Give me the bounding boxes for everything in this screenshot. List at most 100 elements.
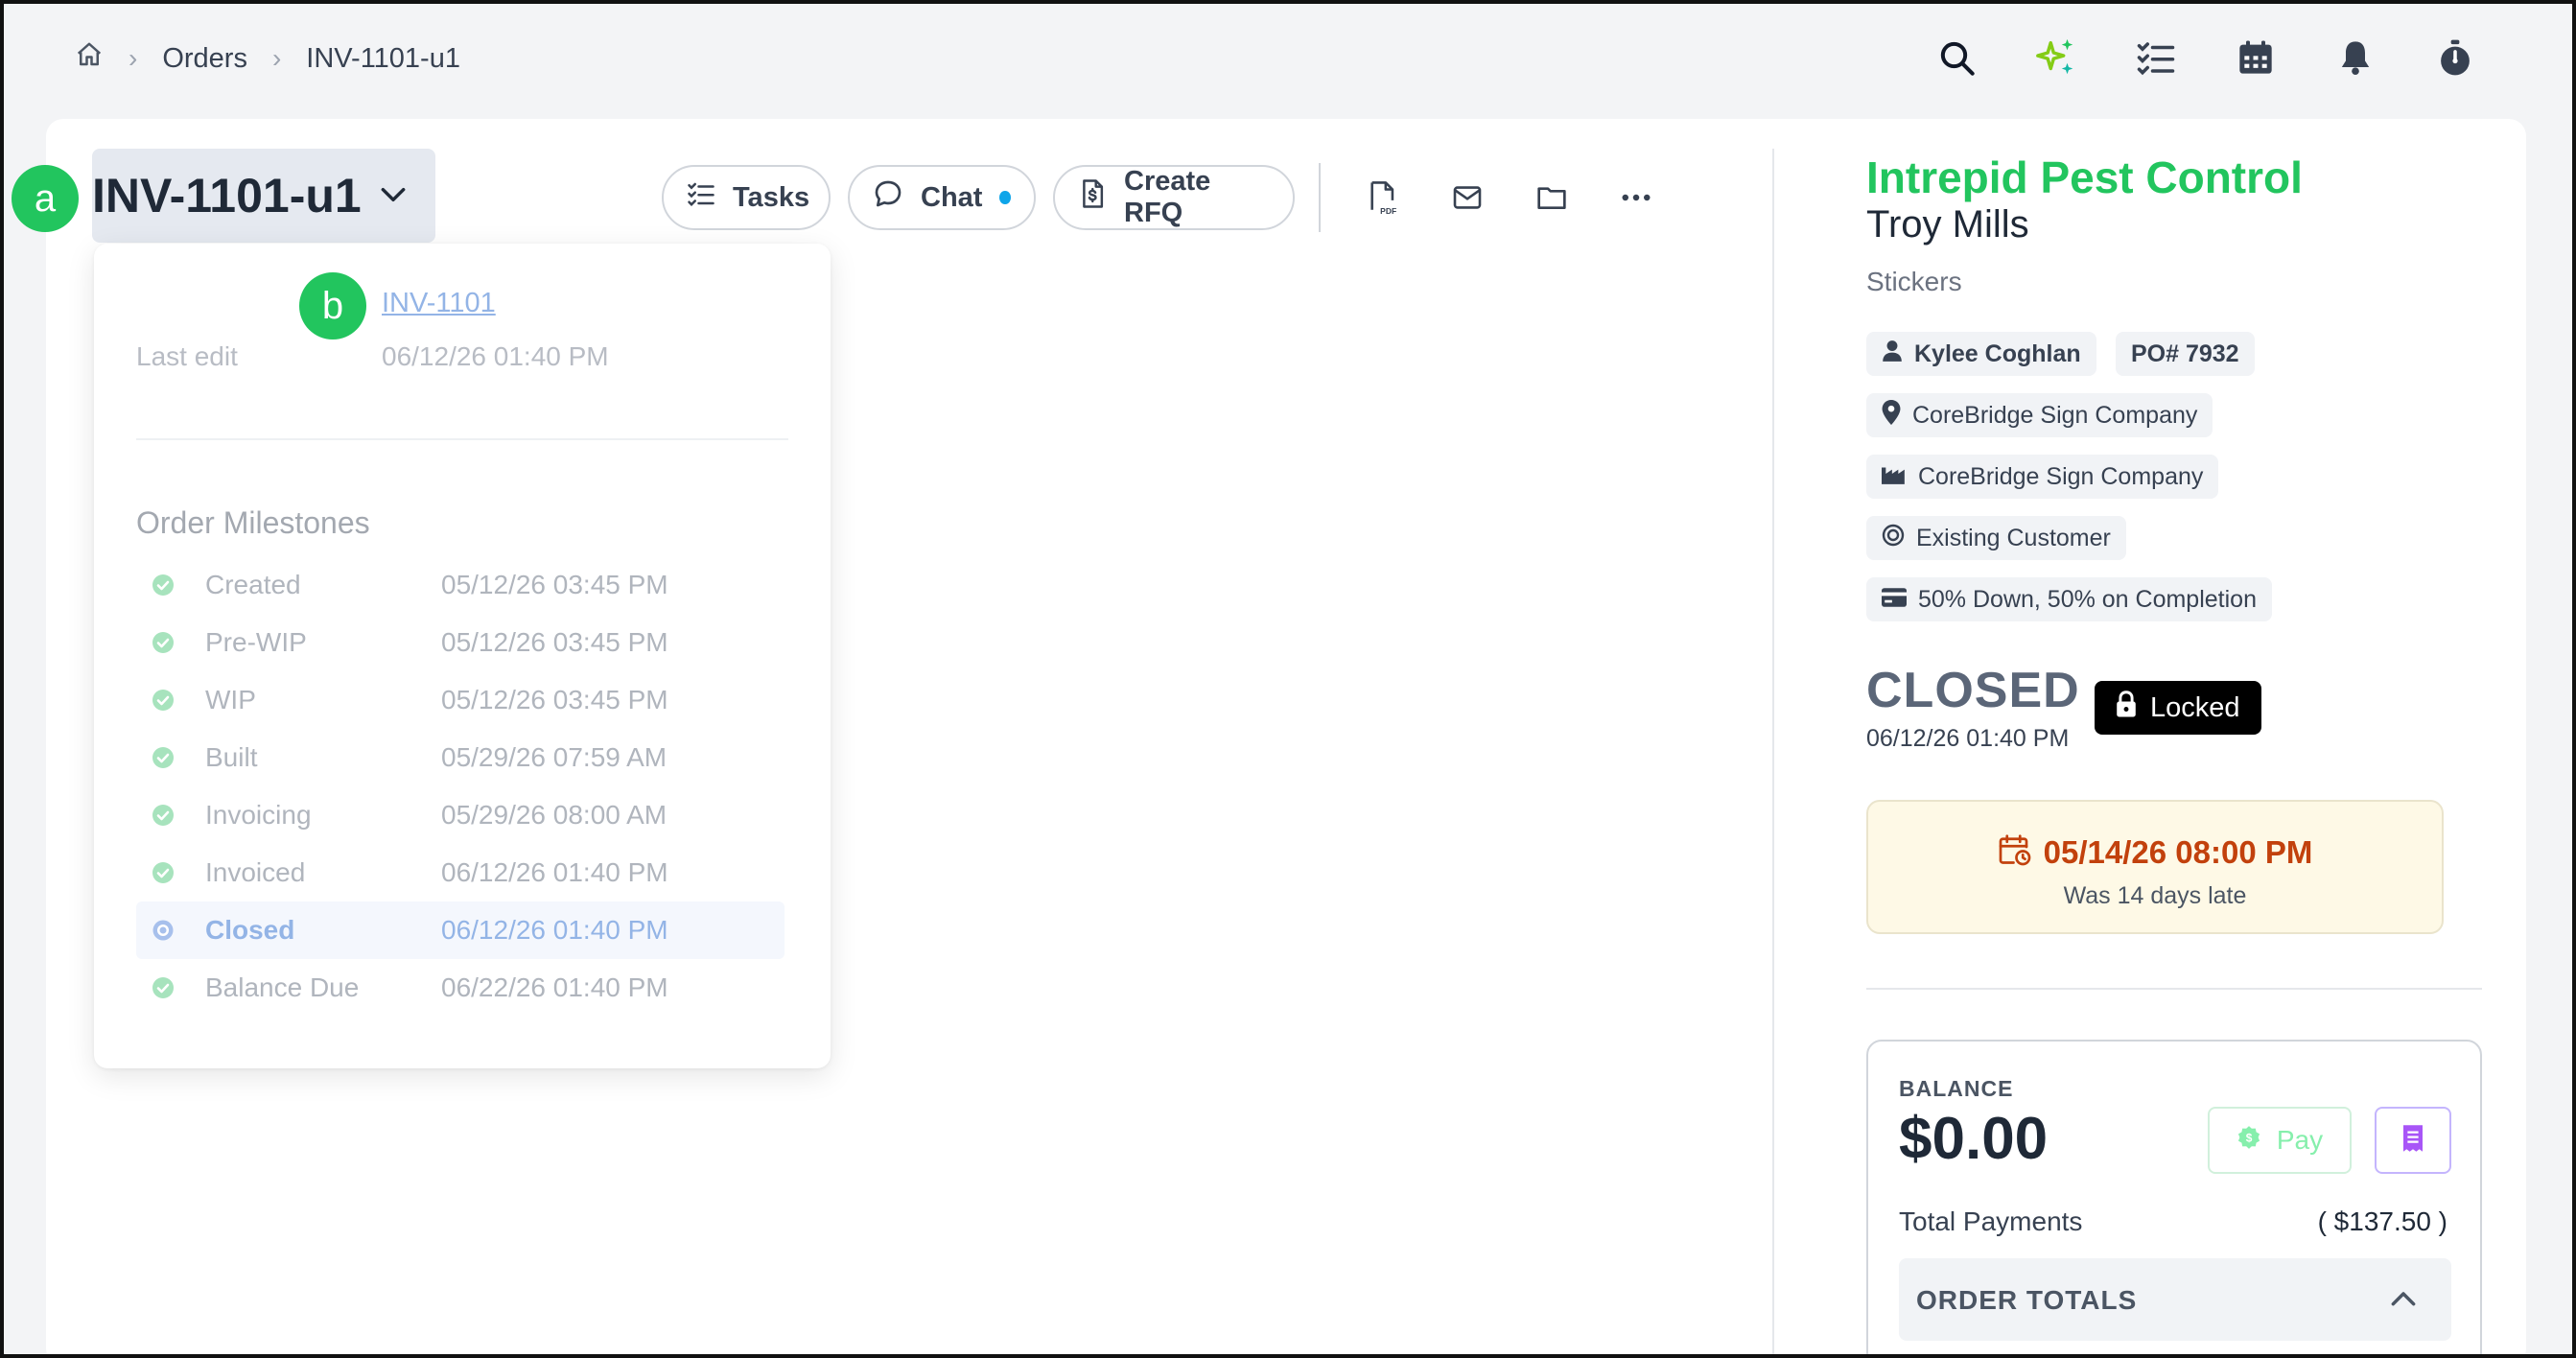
balance-card: BALANCE $0.00 $ Pay Total Payments ( $13…	[1866, 1040, 2482, 1358]
breadcrumb: › Orders › INV-1101-u1	[75, 36, 460, 81]
milestone-date: 05/12/26 03:45 PM	[441, 570, 668, 599]
breadcrumb-orders[interactable]: Orders	[162, 43, 247, 75]
calendar-clock-icon	[1998, 832, 2032, 875]
payment-terms-chip[interactable]: 50% Down, 50% on Completion	[1866, 577, 2272, 621]
pay-button[interactable]: $ Pay	[2208, 1107, 2352, 1174]
milestone-row: Invoicing 05/29/26 08:00 AM	[136, 786, 785, 844]
more-icon[interactable]	[1617, 178, 1655, 217]
pay-label: Pay	[2276, 1125, 2324, 1155]
chat-icon	[873, 178, 903, 217]
facility-chip[interactable]: CoreBridge Sign Company	[1866, 455, 2219, 499]
sparkles-icon[interactable]	[2031, 33, 2081, 82]
milestone-row: Created 05/12/26 03:45 PM	[136, 556, 785, 614]
breadcrumb-separator: ›	[271, 43, 282, 73]
product-name: Stickers	[1866, 267, 1962, 296]
customer-type-chip[interactable]: Existing Customer	[1866, 516, 2126, 560]
receipt-button[interactable]	[2375, 1107, 2451, 1174]
last-edit-value: 06/12/26 01:40 PM	[382, 341, 609, 371]
lock-icon	[2116, 691, 2137, 725]
total-payments-label: Total Payments	[1899, 1206, 2083, 1236]
check-circle-icon	[152, 631, 175, 654]
map-pin-icon	[1882, 399, 1901, 432]
search-icon[interactable]	[1932, 33, 1981, 82]
milestones-heading: Order Milestones	[136, 505, 370, 540]
milestone-name: Created	[205, 570, 301, 599]
check-circle-icon	[152, 689, 175, 712]
bell-icon[interactable]	[2330, 33, 2380, 82]
pdf-icon[interactable]: PDF	[1364, 178, 1402, 217]
chevron-up-icon	[2388, 1287, 2419, 1313]
parent-order-link[interactable]: INV-1101	[382, 288, 496, 319]
milestone-row: Invoiced 06/12/26 01:40 PM	[136, 844, 785, 901]
tasks-icon	[687, 179, 715, 216]
milestone-date: 05/12/26 03:45 PM	[441, 685, 668, 714]
chevron-down-icon	[378, 183, 409, 211]
check-circle-icon	[152, 861, 175, 884]
home-icon[interactable]	[75, 40, 104, 77]
milestone-date: 05/12/26 03:45 PM	[441, 627, 668, 657]
company-name[interactable]: Intrepid Pest Control	[1866, 152, 2303, 203]
check-circle-icon	[152, 804, 175, 827]
factory-icon	[1882, 463, 1907, 491]
user-icon	[1882, 340, 1903, 369]
customer-type: Existing Customer	[1916, 524, 2111, 551]
receipt-icon	[2401, 1124, 2424, 1158]
create-rfq-label: Create RFQ	[1124, 166, 1211, 228]
order-totals-label: ORDER TOTALS	[1916, 1285, 2138, 1315]
milestone-name: Invoiced	[205, 857, 306, 887]
milestone-row: Pre-WIP 05/12/26 03:45 PM	[136, 614, 785, 671]
due-date-note: Was 14 days late	[2063, 882, 2247, 909]
last-edit-label: Last edit	[136, 341, 238, 371]
milestone-list: Created 05/12/26 03:45 PM Pre-WIP 05/12/26 …	[136, 556, 785, 1017]
popover-divider	[136, 438, 788, 440]
chat-unread-dot	[999, 191, 1011, 204]
annotation-badge-a: a	[12, 165, 79, 232]
location-chip[interactable]: CoreBridge Sign Company	[1866, 393, 2213, 437]
location-name: CoreBridge Sign Company	[1912, 401, 2198, 429]
order-title: INV-1101-u1	[92, 169, 362, 222]
contact-name[interactable]: Troy Mills	[1866, 203, 2029, 246]
milestone-date: 06/12/26 01:40 PM	[441, 915, 668, 945]
facility-name: CoreBridge Sign Company	[1918, 462, 2204, 490]
milestone-date: 06/22/26 01:40 PM	[441, 972, 668, 1002]
mail-icon[interactable]	[1448, 178, 1487, 217]
create-rfq-button[interactable]: Create RFQ	[1053, 165, 1295, 230]
milestone-row: Closed 06/12/26 01:40 PM	[136, 901, 785, 959]
due-date-row: 05/14/26 08:00 PM	[1868, 832, 2442, 875]
milestone-row: Built 05/29/26 07:59 AM	[136, 729, 785, 786]
check-circle-icon	[152, 976, 175, 999]
milestone-row: Balance Due 06/22/26 01:40 PM	[136, 959, 785, 1017]
panel-divider	[1772, 149, 1774, 1358]
order-info-popover: INV-1101 Last edit 06/12/26 01:40 PM Ord…	[94, 244, 831, 1068]
po-number: PO# 7932	[2131, 340, 2239, 367]
target-icon	[1882, 524, 1905, 553]
milestone-date: 05/29/26 07:59 AM	[441, 742, 667, 772]
milestone-date: 06/12/26 01:40 PM	[441, 857, 668, 887]
po-chip[interactable]: PO# 7932	[2116, 332, 2255, 376]
milestone-name: Closed	[205, 915, 295, 945]
calendar-icon[interactable]	[2231, 33, 2281, 82]
milestone-name: Invoicing	[205, 800, 312, 830]
order-status: CLOSED	[1866, 663, 2080, 718]
tasks-button[interactable]: Tasks	[662, 165, 831, 230]
breadcrumb-current: INV-1101-u1	[306, 42, 460, 74]
chat-button[interactable]: Chat	[848, 165, 1036, 230]
stopwatch-icon[interactable]	[2430, 33, 2480, 82]
svg-text:PDF: PDF	[1380, 206, 1396, 216]
milestone-name: Built	[205, 742, 258, 772]
checklist-icon[interactable]	[2131, 33, 2181, 82]
folder-icon[interactable]	[1533, 178, 1571, 217]
order-title-dropdown[interactable]: INV-1101-u1	[92, 149, 435, 243]
section-divider	[1866, 988, 2482, 990]
credit-card-icon	[1882, 586, 1907, 614]
milestone-row: WIP 05/12/26 03:45 PM	[136, 671, 785, 729]
salesperson-chip[interactable]: Kylee Coghlan	[1866, 332, 2096, 376]
svg-text:$: $	[2246, 1131, 2253, 1144]
balance-value: $0.00	[1899, 1106, 2049, 1172]
invoice-dollar-icon	[1078, 178, 1107, 217]
breadcrumb-separator: ›	[129, 43, 138, 73]
salesperson-name: Kylee Coghlan	[1914, 340, 2081, 367]
top-bar: › Orders › INV-1101-u1	[0, 0, 2576, 115]
balance-label: BALANCE	[1899, 1076, 2014, 1101]
order-totals-toggle[interactable]: ORDER TOTALS	[1899, 1258, 2451, 1341]
